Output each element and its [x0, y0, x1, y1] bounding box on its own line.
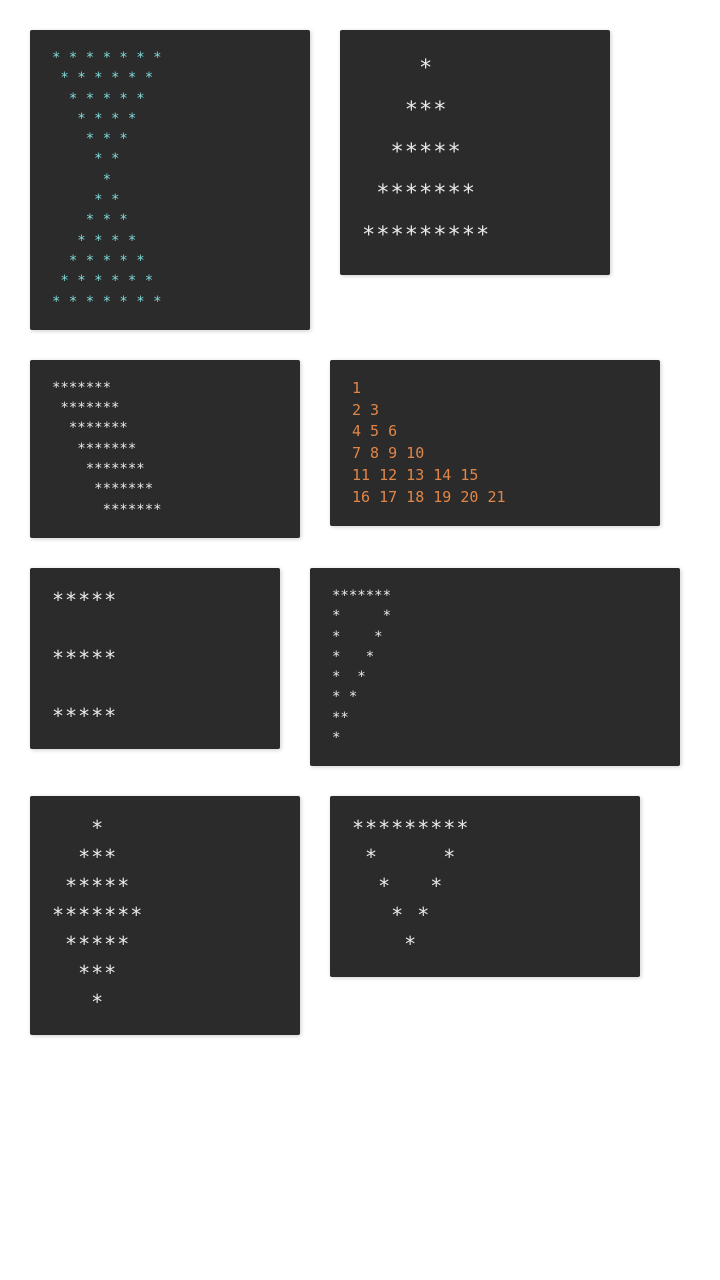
pattern-output: ***** ***** *****	[30, 568, 280, 749]
pattern-output: * *** ***** ******* *********	[340, 30, 610, 275]
pattern-output: * * * * * * * * * * * * * * * * * * * * …	[30, 30, 310, 330]
pattern-output: * *** ***** ******* ***** *** *	[30, 796, 300, 1035]
pattern-output: 1 2 3 4 5 6 7 8 9 10 11 12 13 14 15 16 1…	[330, 360, 660, 527]
pattern-number-triangle: 1 2 3 4 5 6 7 8 9 10 11 12 13 14 15 16 1…	[330, 360, 660, 527]
pattern-three-rows: ***** ***** *****	[30, 568, 280, 749]
pattern-slanted-rows: ******* ******* ******* ******* ******* …	[30, 360, 300, 538]
pattern-output: ********* * * * * * * *	[330, 796, 640, 977]
pattern-output: ******* ******* ******* ******* ******* …	[30, 360, 300, 538]
pattern-output: ******* * * * * * * * * * * ** *	[310, 568, 680, 766]
pattern-hourglass-dots: * * * * * * * * * * * * * * * * * * * * …	[30, 30, 310, 330]
pattern-diamond: * *** ***** ******* ***** *** *	[30, 796, 300, 1035]
pattern-pyramid: * *** ***** ******* *********	[340, 30, 610, 275]
pattern-inverted-hollow-triangle: ******* * * * * * * * * * * ** *	[310, 568, 680, 766]
pattern-hollow-inverted-v: ********* * * * * * * *	[330, 796, 640, 977]
